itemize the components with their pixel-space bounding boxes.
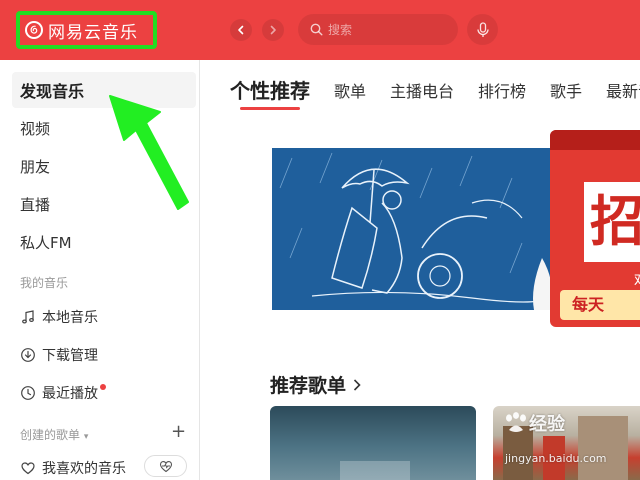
annotation-arrow-icon — [109, 95, 189, 210]
created-playlists-section-title[interactable]: 创建的歌单 ▾ — [20, 426, 88, 443]
app-logo[interactable]: 网易云音乐 — [16, 11, 157, 49]
chevron-left-icon — [238, 25, 244, 35]
heartbeat-mode-button[interactable] — [144, 455, 187, 477]
active-tab-indicator — [240, 107, 300, 110]
chevron-right-icon — [270, 25, 276, 35]
tab-playlists[interactable]: 歌单 — [334, 78, 366, 102]
sidebar-item-liked-music[interactable]: 我喜欢的音乐 — [20, 458, 126, 478]
heartbeat-icon — [159, 461, 172, 473]
promo-big-char: 招 — [584, 182, 640, 262]
watermark-logo: 经验 — [503, 410, 565, 436]
watermark-text: 经验 — [529, 414, 565, 435]
baidu-paw-icon — [506, 412, 526, 432]
netease-logo-icon — [25, 21, 43, 39]
sidebar-item-recent-play[interactable]: 最近播放 — [20, 383, 106, 403]
recommended-playlists-label: 推荐歌单 — [270, 375, 347, 397]
tab-artists[interactable]: 歌手 — [550, 78, 582, 102]
promo-sub-char: 戏 — [634, 270, 640, 290]
tab-charts[interactable]: 排行榜 — [478, 78, 526, 102]
top-bar: 网易云音乐 搜索 — [0, 0, 640, 60]
clock-icon — [21, 386, 35, 400]
notification-dot — [100, 384, 106, 390]
search-input[interactable]: 搜索 — [298, 14, 458, 45]
playlist-cover-image — [340, 461, 410, 480]
created-playlists-label: 创建的歌单 — [20, 428, 81, 442]
back-button[interactable] — [230, 19, 252, 41]
banner-image-promo[interactable]: 招 戏 每天 — [550, 130, 640, 327]
add-playlist-button[interactable]: + — [171, 423, 186, 441]
sidebar-item-label: 本地音乐 — [42, 310, 98, 326]
chevron-right-icon — [353, 378, 361, 391]
caret-down-icon: ▾ — [83, 432, 89, 442]
banner-image-rain-umbrella[interactable] — [272, 148, 554, 310]
promo-bottom-label: 每天 — [560, 290, 640, 320]
tab-new-music[interactable]: 最新音乐 — [606, 78, 640, 102]
tab-personalized-recommend[interactable]: 个性推荐 — [230, 75, 310, 104]
sidebar-item-label: 我喜欢的音乐 — [42, 461, 126, 477]
sidebar-item-download-manager[interactable]: 下载管理 — [20, 345, 98, 365]
microphone-icon — [476, 21, 489, 37]
music-note-icon — [22, 310, 34, 324]
playlist-card[interactable] — [270, 406, 476, 480]
sidebar-item-label: 下载管理 — [42, 348, 98, 364]
my-music-section-title: 我的音乐 — [20, 276, 69, 290]
heart-icon — [21, 462, 35, 475]
sidebar-item-local-music[interactable]: 本地音乐 — [20, 307, 98, 327]
recommended-playlists-title[interactable]: 推荐歌单 — [270, 371, 362, 398]
voice-search-button[interactable] — [467, 14, 498, 45]
download-icon — [21, 348, 35, 362]
banner-illustration — [272, 148, 554, 310]
tab-radio[interactable]: 主播电台 — [390, 78, 454, 102]
app-title: 网易云音乐 — [48, 22, 138, 43]
sidebar-item-private-fm[interactable]: 私人FM — [12, 224, 196, 260]
forward-button[interactable] — [262, 19, 284, 41]
promo-top-strip — [550, 130, 640, 150]
search-placeholder: 搜索 — [328, 23, 353, 37]
sidebar-item-label: 最近播放 — [42, 386, 98, 402]
watermark-url: jingyan.baidu.com — [505, 452, 607, 465]
search-icon — [310, 23, 323, 36]
